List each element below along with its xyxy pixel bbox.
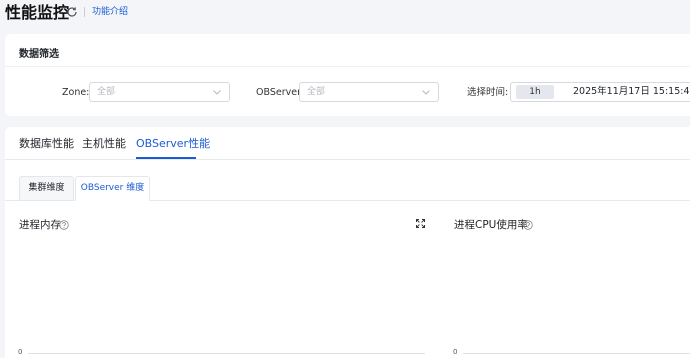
time-value: 2025年11月17日 15:15:41 <box>573 86 690 97</box>
time-label: 选择时间: <box>467 87 509 98</box>
feature-intro-link[interactable]: 功能介绍 <box>92 6 128 18</box>
filter-divider <box>5 66 690 67</box>
active-tab-indicator <box>136 157 196 159</box>
chart-axis-zero: 0 <box>453 348 458 356</box>
expand-icon[interactable] <box>416 219 425 228</box>
subtab-cluster-dimension[interactable]: 集群维度 <box>19 176 74 201</box>
observer-label: OBServer: <box>256 87 305 98</box>
chart-baseline <box>28 353 425 354</box>
time-range-chip[interactable]: 1h <box>516 85 554 99</box>
chevron-down-icon <box>213 90 221 95</box>
zone-select-value: 全部 <box>97 87 116 97</box>
help-icon[interactable] <box>523 220 533 230</box>
observer-select-value: 全部 <box>307 87 326 97</box>
subtab-observer-dimension[interactable]: OBServer 维度 <box>75 176 150 201</box>
chevron-down-icon <box>422 90 430 95</box>
chart-baseline <box>463 353 690 354</box>
zone-label: Zone: <box>62 87 90 98</box>
chart-title-process-memory: 进程内存 <box>19 219 61 231</box>
filter-card-title: 数据筛选 <box>19 49 59 60</box>
tab-observer-performance[interactable]: OBServer性能 <box>136 137 210 151</box>
chart-axis-zero: 0 <box>18 348 23 356</box>
chart-title-process-cpu: 进程CPU使用率 <box>454 219 528 231</box>
tabs-divider <box>5 159 690 160</box>
zone-select[interactable]: 全部 <box>89 82 230 102</box>
time-picker[interactable]: 1h 2025年11月17日 15:15:41 <box>510 82 690 102</box>
refresh-icon[interactable] <box>66 6 78 18</box>
header-divider <box>84 7 85 17</box>
performance-card <box>5 127 690 358</box>
filter-card <box>5 34 690 116</box>
observer-select[interactable]: 全部 <box>299 82 439 102</box>
tab-database-performance[interactable]: 数据库性能 <box>19 137 74 151</box>
help-icon[interactable] <box>59 220 69 230</box>
page-title: 性能监控 <box>5 3 70 22</box>
tab-host-performance[interactable]: 主机性能 <box>82 137 126 151</box>
